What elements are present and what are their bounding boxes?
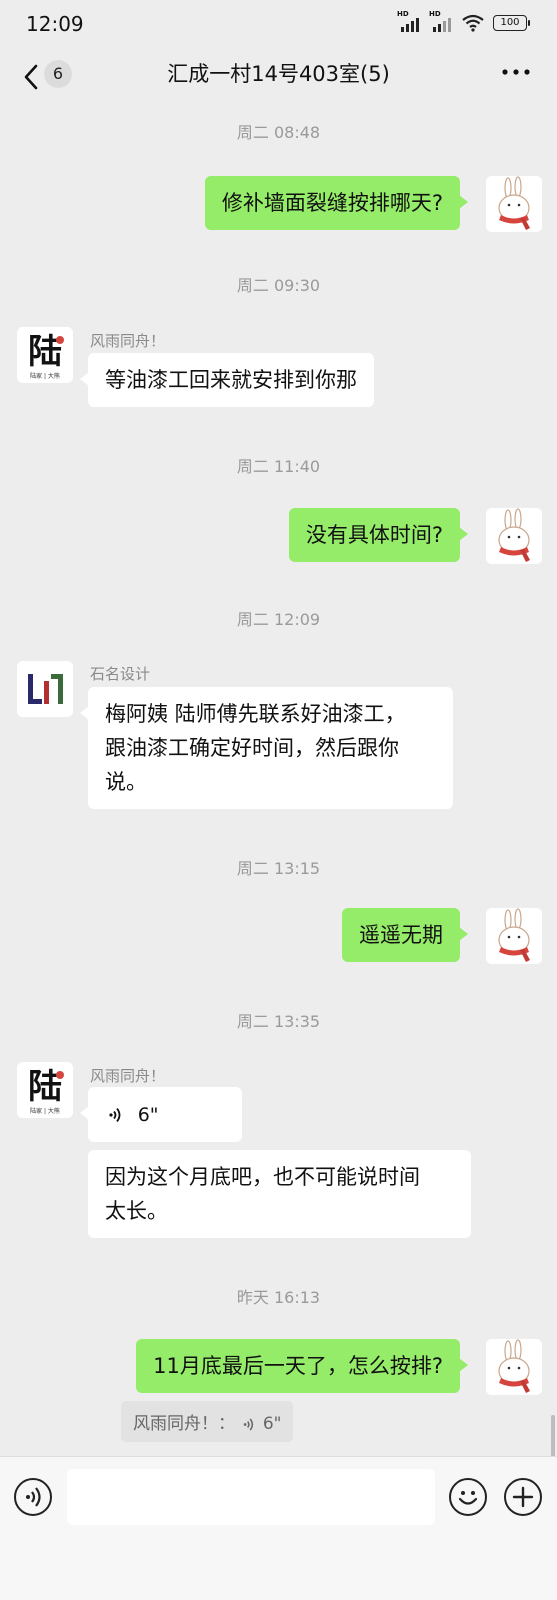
shiming-logo-icon (17, 661, 73, 717)
timestamp: 周二 13:15 (236, 859, 321, 878)
message-bubble-other[interactable]: 梅阿姨 陆师傅先联系好油漆工， 跟油漆工确定好时间，然后跟你 说。 (80, 687, 453, 809)
chat-header: 6 汇成一村14号403室(5) (0, 50, 557, 108)
hd-label: HD (429, 10, 441, 18)
voice-duration: 6" (137, 1104, 159, 1126)
smiley-icon (458, 1491, 478, 1505)
my-avatar[interactable] (486, 508, 542, 564)
message-bubble-other[interactable]: 等油漆工回来就安排到你那 (80, 353, 374, 407)
status-icons: HD HD 100 (397, 10, 530, 32)
signal-icon: HD (397, 10, 421, 32)
status-time: 12:09 (26, 12, 84, 36)
timestamp: 周二 11:40 (236, 457, 321, 476)
sender-name: 风雨同舟！ (90, 1067, 166, 1085)
calligraphy-avatar-icon: 陆 陆家 | 大熊 (17, 327, 73, 383)
message-line: 梅阿姨 陆师傅先联系好油漆工， (105, 702, 406, 726)
chat-title: 汇成一村14号403室(5) (167, 62, 390, 86)
message-bubble-mine[interactable]: 没有具体时间? (288, 508, 469, 562)
voice-input-icon (26, 1487, 41, 1507)
sender-avatar[interactable] (17, 661, 73, 717)
svg-text:陆家 | 大熊: 陆家 | 大熊 (30, 372, 60, 380)
message-bubble-mine[interactable]: 修补墙面裂缝按排哪天? (204, 176, 469, 230)
sender-avatar[interactable]: 陆 陆家 | 大熊 (17, 1062, 73, 1118)
message-input[interactable] (67, 1469, 435, 1525)
message-bubble-other[interactable]: 因为这个月底吧，也不可能说时间 太长。 (88, 1150, 471, 1238)
add-attachment-button[interactable] (504, 1478, 542, 1516)
input-bar (0, 1456, 557, 1600)
sender-name: 风雨同舟！ (90, 332, 166, 350)
more-options-icon[interactable] (501, 66, 531, 78)
quoted-message[interactable]: 风雨同舟！： 6" (121, 1401, 294, 1442)
quote-sender: 风雨同舟！： (133, 1414, 235, 1434)
rabbit-avatar-icon (486, 508, 542, 564)
message-line: 跟油漆工确定好时间，然后跟你 (105, 736, 399, 760)
status-bar: 12:09 HD HD 100 (0, 0, 557, 50)
timestamp: 昨天 16:13 (236, 1288, 321, 1307)
message-bubble-mine[interactable]: 11月底最后一天了，怎么按排? (136, 1339, 468, 1393)
voice-input-button[interactable] (14, 1478, 52, 1516)
sender-name: 石名设计 (90, 665, 151, 683)
voice-wave-icon (109, 1107, 121, 1123)
svg-text:陆家 | 大熊: 陆家 | 大熊 (30, 1107, 60, 1115)
timestamp: 周二 08:48 (236, 123, 321, 142)
message-line: 说。 (105, 770, 147, 794)
message-line: 太长。 (105, 1199, 168, 1223)
battery-icon: 100 (493, 15, 530, 31)
signal-icon: HD (429, 10, 453, 32)
my-avatar[interactable] (486, 1339, 542, 1395)
timestamp: 周二 13:35 (236, 1012, 321, 1031)
emoji-button[interactable] (449, 1478, 487, 1516)
rabbit-avatar-icon (486, 908, 542, 964)
sender-avatar[interactable]: 陆 陆家 | 大熊 (17, 327, 73, 383)
rabbit-avatar-icon (486, 1339, 542, 1395)
timestamp: 周二 12:09 (236, 610, 321, 629)
scrollbar-thumb[interactable] (551, 1415, 555, 1457)
my-avatar[interactable] (486, 176, 542, 232)
calligraphy-avatar-icon: 陆 陆家 | 大熊 (17, 1062, 73, 1118)
battery-level: 100 (500, 17, 520, 28)
my-avatar[interactable] (486, 908, 542, 964)
message-line: 因为这个月底吧，也不可能说时间 (105, 1165, 420, 1189)
voice-message-bubble[interactable]: 6" (80, 1087, 242, 1142)
hd-label: HD (397, 10, 409, 18)
quote-voice-duration: 6" (262, 1414, 282, 1434)
wifi-icon (462, 14, 484, 32)
timestamp: 周二 09:30 (236, 276, 321, 295)
message-bubble-mine[interactable]: 遥遥无期 (342, 908, 468, 962)
rabbit-avatar-icon (486, 176, 542, 232)
plus-icon (512, 1486, 534, 1508)
voice-wave-icon (244, 1418, 254, 1430)
